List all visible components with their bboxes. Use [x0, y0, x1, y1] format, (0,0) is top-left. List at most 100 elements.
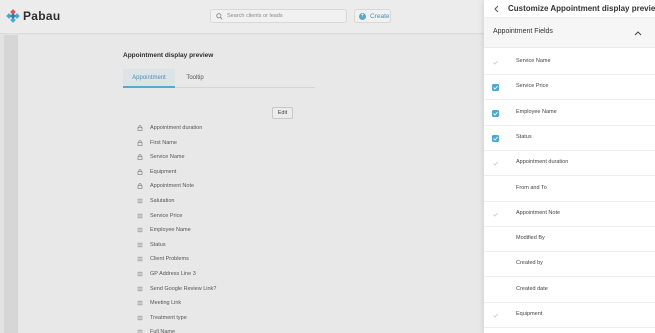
panel-field-row: Created by — [484, 252, 655, 278]
field-label: Status — [150, 241, 166, 248]
drag-handle-icon[interactable] — [137, 271, 143, 277]
field-label: Salutation — [150, 198, 175, 204]
panel-field-row: Appointment Note — [484, 202, 655, 227]
plus-icon: + — [359, 12, 366, 20]
panel-field-label: Created date — [516, 285, 548, 292]
create-label: Create — [370, 12, 390, 20]
customize-panel: Customize Appointment display preview Ap… — [484, 0, 655, 333]
lock-icon — [137, 169, 143, 175]
lock-icon — [137, 125, 143, 131]
panel-field-label: Service Name — [516, 58, 551, 64]
drag-handle-icon[interactable] — [137, 227, 143, 233]
page-title: Appointment display preview — [123, 52, 214, 59]
field-row[interactable]: Meeting Link — [137, 297, 181, 309]
field-label: Equipment — [150, 168, 177, 175]
section-title: Appointment Fields — [493, 28, 553, 35]
panel-field-row: Service Name — [484, 50, 655, 75]
checkbox-disabled — [492, 312, 499, 319]
field-row[interactable]: Service Name — [137, 151, 185, 163]
panel-field-label: Status — [516, 133, 532, 140]
field-row[interactable]: Employee Name — [137, 224, 191, 236]
checkbox-disabled — [492, 59, 499, 66]
checkmark-icon — [493, 136, 498, 141]
field-row[interactable]: Status — [137, 239, 166, 251]
panel-field-label: Equipment — [516, 311, 543, 317]
panel-field-label: From and To — [516, 184, 547, 191]
field-row[interactable]: Treatment type — [137, 312, 187, 324]
checkmark-icon — [493, 111, 498, 116]
panel-title: Customize Appointment display preview — [508, 4, 655, 13]
panel-field-row: Employee Name — [484, 101, 655, 126]
chevron-up-icon[interactable] — [634, 29, 642, 37]
field-row[interactable]: Full Name — [137, 326, 175, 333]
edit-button[interactable]: Edit — [272, 107, 293, 119]
field-row[interactable]: Equipment — [137, 166, 176, 178]
field-row[interactable]: Service Price — [137, 210, 182, 222]
field-label: Client Problems — [150, 256, 189, 263]
panel-field-row: From and To — [484, 177, 655, 202]
tab-tooltip[interactable]: Tooltip — [175, 69, 215, 88]
panel-field-row: Modified By — [484, 227, 655, 253]
search-input[interactable]: Search clients or leads — [210, 9, 347, 23]
search-icon — [216, 12, 223, 20]
appointment-fields-section[interactable]: Appointment Fields — [484, 18, 655, 48]
checkbox-checked[interactable] — [492, 109, 499, 117]
field-label: Appointment Note — [150, 183, 195, 190]
field-label: Treatment type — [150, 314, 187, 321]
field-label: GP Address Line 3 — [150, 271, 196, 277]
panel-field-label: Appointment duration — [516, 159, 569, 166]
checkmark-icon — [493, 212, 498, 217]
back-arrow-icon[interactable] — [493, 5, 501, 13]
drag-handle-icon[interactable] — [137, 300, 143, 306]
panel-header: Customize Appointment display preview — [484, 0, 655, 18]
checkbox-unchecked[interactable] — [492, 186, 499, 193]
drag-handle-icon[interactable] — [137, 256, 143, 262]
panel-field-row: Created date — [484, 278, 655, 303]
logo[interactable]: Pabau — [6, 9, 61, 23]
field-row[interactable]: Send Google Review Link? — [137, 283, 216, 295]
field-label: First Name — [150, 139, 177, 146]
field-row[interactable]: Appointment duration — [137, 122, 202, 134]
drag-handle-icon[interactable] — [137, 286, 143, 292]
field-label: Service Price — [150, 212, 183, 219]
panel-field-label: Modified By — [516, 235, 545, 242]
create-button[interactable]: + Create — [354, 9, 391, 23]
checkbox-checked[interactable] — [492, 134, 499, 142]
checkbox-disabled — [492, 211, 499, 218]
pabau-logo-icon — [6, 9, 20, 23]
checkbox-unchecked[interactable] — [492, 287, 499, 294]
checkbox-disabled — [492, 160, 499, 167]
panel-field-row: Appointment duration — [484, 151, 655, 177]
checkbox-unchecked[interactable] — [492, 236, 499, 243]
field-row[interactable]: Appointment Note — [137, 180, 194, 192]
panel-field-row: Status — [484, 126, 655, 151]
tab-appointment[interactable]: Appointment — [123, 69, 175, 88]
main-content: Appointment display preview Appointment … — [18, 35, 484, 333]
drag-handle-icon[interactable] — [137, 242, 143, 248]
drag-handle-icon[interactable] — [137, 198, 143, 204]
left-sidebar — [4, 35, 18, 333]
field-row[interactable]: First Name — [137, 137, 177, 149]
panel-field-label: Created by — [516, 260, 543, 267]
lock-icon — [137, 183, 143, 190]
field-row[interactable]: GP Address Line 3 — [137, 268, 196, 280]
checkmark-icon — [493, 86, 498, 90]
checkmark-icon — [493, 60, 498, 65]
field-label: Full Name — [150, 329, 176, 333]
checkbox-unchecked[interactable] — [492, 261, 499, 268]
checkbox-checked[interactable] — [492, 84, 499, 92]
field-label: Appointment duration — [150, 125, 203, 131]
checkmark-icon — [493, 161, 498, 166]
lock-icon — [137, 154, 143, 161]
panel-field-label: Appointment Note — [516, 209, 561, 216]
checkmark-icon — [493, 313, 498, 318]
preview-tabs: Appointment Tooltip — [123, 69, 315, 88]
field-label: Employee Name — [150, 227, 191, 234]
drag-handle-icon[interactable] — [137, 315, 143, 321]
drag-handle-icon[interactable] — [137, 329, 143, 333]
field-row[interactable]: Client Problems — [137, 253, 189, 265]
drag-handle-icon[interactable] — [137, 213, 143, 219]
field-row[interactable]: Salutation — [137, 195, 174, 207]
field-label: Send Google Review Link? — [150, 285, 217, 292]
field-label: Meeting Link — [150, 300, 182, 307]
